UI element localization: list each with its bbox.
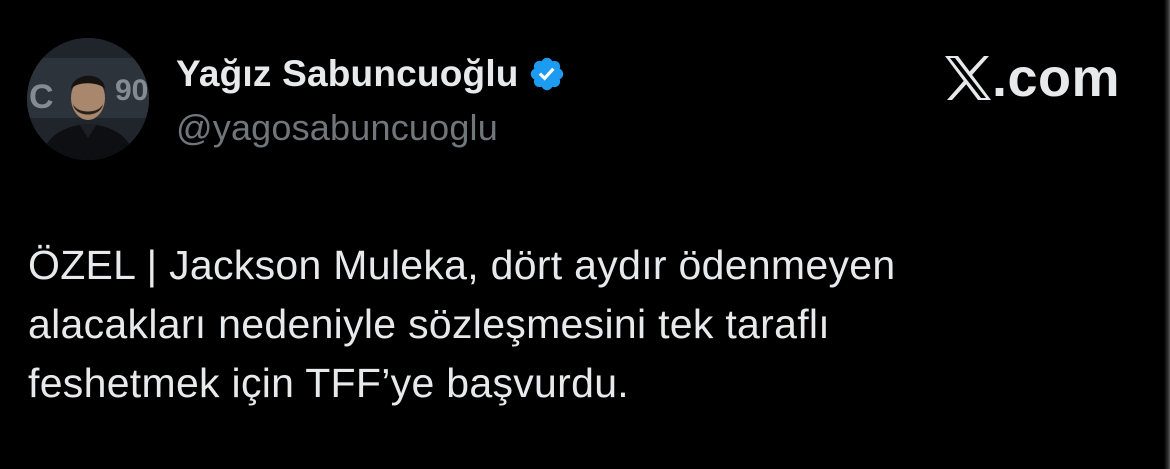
brand-suffix: .com: [991, 48, 1120, 108]
edge-divider: [1164, 0, 1170, 469]
brand-logo: .com: [944, 50, 1120, 106]
author-handle[interactable]: @yagosabuncuoglu: [176, 107, 498, 149]
x-logo-icon: [944, 55, 992, 101]
avatar-photo-icon: C 90: [27, 38, 149, 160]
verified-badge-icon: [528, 55, 566, 93]
author-display-name[interactable]: Yağız Sabuncuoğlu: [176, 53, 519, 95]
tweet-text: ÖZEL | Jackson Muleka, dört aydır ödenme…: [28, 236, 1128, 413]
svg-text:C: C: [29, 78, 54, 116]
author-name-row: Yağız Sabuncuoğlu: [176, 52, 566, 96]
author-avatar[interactable]: C 90: [27, 38, 149, 160]
tweet-line: feshetmek için TFF’ye başvurdu.: [28, 360, 629, 406]
tweet-line: alacakları nedeniyle sözleşmesini tek ta…: [28, 301, 830, 347]
tweet-card: C 90 Yağız Sabuncuoğlu @yagosabuncuoglu: [0, 0, 1170, 469]
svg-text:90: 90: [115, 74, 148, 107]
tweet-line: ÖZEL | Jackson Muleka, dört aydır ödenme…: [28, 242, 896, 288]
